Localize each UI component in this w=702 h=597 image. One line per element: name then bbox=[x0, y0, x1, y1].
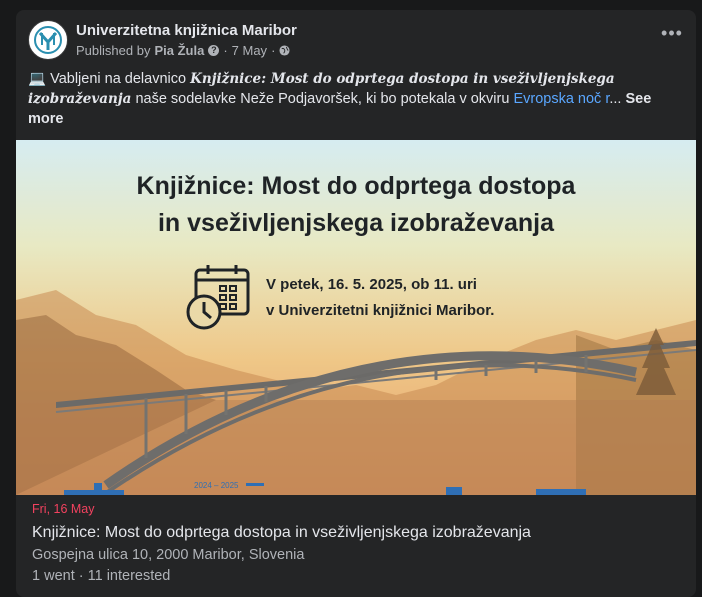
banner-title-line-1: Knjižnice: Most do odprtega dostopa bbox=[136, 172, 576, 200]
banner-date-line-2: v Univerzitetni knjižnici Maribor. bbox=[266, 302, 495, 319]
more-options-icon[interactable]: ••• bbox=[660, 24, 684, 44]
post-date-link[interactable]: 7 May bbox=[232, 43, 267, 58]
laptop-emoji: 💻 bbox=[28, 71, 47, 87]
banner-date-text: V petek, 16. 5. 2025, ob 11. uri v Unive… bbox=[266, 272, 566, 324]
library-logo-icon bbox=[34, 26, 62, 54]
post-text-intro: Vabljeni na delavnico bbox=[50, 71, 187, 87]
page-name-link[interactable]: Univerzitetna knjižnica Maribor bbox=[76, 22, 297, 39]
banner-date-block: V petek, 16. 5. 2025, ob 11. uri v Unive… bbox=[184, 264, 494, 335]
post-card: Univerzitetna knjižnica Maribor Publishe… bbox=[16, 10, 696, 597]
meta-separator: · bbox=[271, 43, 276, 58]
meta-separator: · bbox=[223, 43, 228, 58]
event-attendance: 1 went · 11 interested bbox=[32, 568, 171, 584]
post-text-middle: naše sodelavke Neže Podjavoršek, ki bo p… bbox=[135, 91, 510, 107]
banner-title-line-2: in vseživljenjskega izobraževanja bbox=[157, 209, 555, 237]
calendar-clock-icon bbox=[186, 265, 250, 330]
post-message: 💻 Vabljeni na delavnico Knjižnice: Most … bbox=[28, 69, 668, 129]
published-by-label: Published by bbox=[76, 43, 151, 58]
banner-footer-logos: 2024 – 2025 bbox=[64, 481, 586, 495]
banner-strip-year: 2024 – 2025 bbox=[194, 481, 239, 490]
event-hashtag-link[interactable]: Evropska noč r bbox=[513, 91, 609, 107]
globe-icon bbox=[279, 45, 290, 56]
post-text-ellipsis: ... bbox=[609, 91, 622, 107]
event-date: Fri, 16 May bbox=[32, 502, 95, 516]
author-link[interactable]: Pia Žula bbox=[154, 43, 204, 58]
info-icon[interactable]: ? bbox=[208, 45, 220, 56]
event-details[interactable]: Fri, 16 May Knjižnice: Most do odprtega … bbox=[32, 502, 684, 586]
post-header: Univerzitetna knjižnica Maribor Publishe… bbox=[28, 20, 684, 64]
page-avatar[interactable] bbox=[28, 20, 68, 60]
event-location: Gospejna ulica 10, 2000 Maribor, Sloveni… bbox=[32, 547, 305, 563]
event-cover-image[interactable]: Knjižnice: Most do odprtega dostopa in v… bbox=[16, 140, 696, 495]
banner-title: Knjižnice: Most do odprtega dostopa in v… bbox=[16, 168, 696, 242]
event-title-link[interactable]: Knjižnice: Most do odprtega dostopa in v… bbox=[32, 522, 684, 544]
post-meta: Published by Pia Žula ? · 7 May · bbox=[76, 43, 290, 58]
banner-date-line-1: V petek, 16. 5. 2025, ob 11. uri bbox=[266, 276, 477, 293]
